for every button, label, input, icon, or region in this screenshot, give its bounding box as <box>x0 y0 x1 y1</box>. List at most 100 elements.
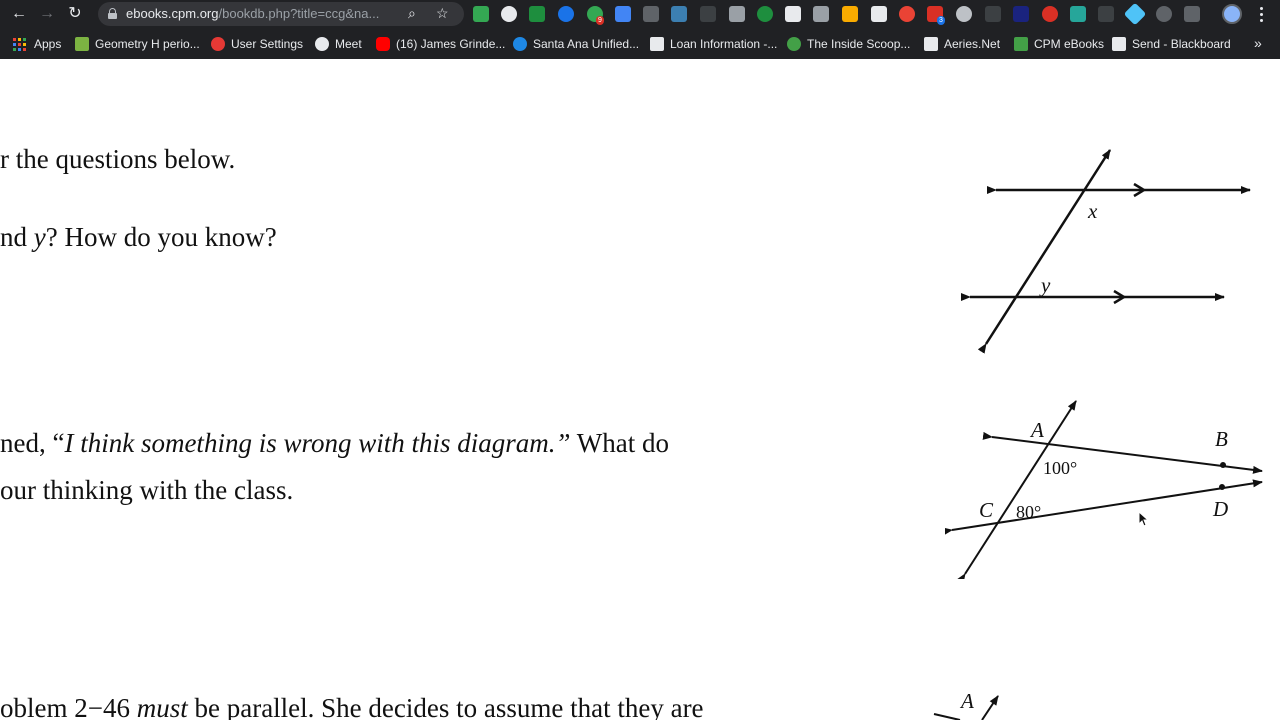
label-c: C <box>979 498 994 522</box>
extension-icon-20[interactable] <box>1013 6 1029 22</box>
question-line-5: oblem 2−46 must be parallel. She decides… <box>0 693 704 720</box>
aeries-icon <box>924 37 938 51</box>
settings-icon <box>211 37 225 51</box>
globe-icon <box>315 37 329 51</box>
partial-diagram: A <box>933 689 999 720</box>
extension-icon-13[interactable] <box>813 6 829 22</box>
label-b: B <box>1215 427 1228 451</box>
text-fragment: oblem 2−46 <box>0 693 137 720</box>
question-line-4: our thinking with the class. <box>0 475 294 505</box>
angle-label-x: x <box>1087 199 1098 223</box>
sparkle-icon <box>787 37 801 51</box>
lock-icon <box>108 8 117 19</box>
extension-icon-11[interactable] <box>757 6 773 22</box>
bookmark-label: Santa Ana Unified... <box>533 37 640 51</box>
extension-icon-12[interactable] <box>785 6 801 22</box>
extension-icon-2[interactable] <box>501 6 517 22</box>
text-fragment: What do <box>570 428 669 458</box>
bookmark-label: CPM eBooks <box>1034 37 1105 51</box>
bookmark-label: Loan Information -... <box>670 37 778 51</box>
bookmarks-bar: Apps Geometry H perio... User Settings M… <box>0 30 1280 58</box>
bookmark-youtube[interactable]: (16) James Grinde... <box>376 35 505 53</box>
extension-icon-16[interactable] <box>899 6 915 22</box>
blackboard-icon <box>1112 37 1126 51</box>
angle-80: 80° <box>1016 502 1041 522</box>
bookmark-apps[interactable]: Apps <box>13 35 61 53</box>
text-fragment: ned, “ <box>0 428 65 458</box>
angle-100: 100° <box>1043 458 1077 478</box>
extension-badge-2: 3 <box>937 16 945 25</box>
back-arrow-icon[interactable]: ← <box>9 4 29 24</box>
bookmark-label: User Settings <box>231 37 304 51</box>
emphasis-must: must <box>136 693 188 720</box>
bookmark-blackboard[interactable]: Send - Blackboard <box>1112 35 1231 53</box>
extension-icon-9[interactable] <box>700 6 716 22</box>
question-line-2: nd y? How do you know? <box>0 222 277 253</box>
district-icon <box>513 37 527 51</box>
angle-label-y: y <box>1039 273 1051 297</box>
extension-badge-1: 9 <box>596 16 604 25</box>
point-d <box>1219 484 1225 490</box>
apps-grid-icon <box>13 37 26 51</box>
extension-icon-18[interactable] <box>956 6 972 22</box>
transversal-line <box>977 149 1112 354</box>
text-fragment: ? How do you know? <box>45 222 277 252</box>
extension-icon-23[interactable] <box>1098 6 1114 22</box>
bookmark-label: Meet <box>335 37 362 51</box>
reload-icon[interactable]: ↻ <box>65 4 85 24</box>
extension-icon-8[interactable] <box>671 6 687 22</box>
bookmark-label: Aeries.Net <box>944 37 1001 51</box>
bookmark-santa-ana[interactable]: Santa Ana Unified... <box>513 35 639 53</box>
extension-icon-4[interactable] <box>558 6 574 22</box>
ebook-page: r the questions below. nd y? How do you … <box>0 59 1280 720</box>
classroom-icon <box>75 37 89 51</box>
extension-icon-10[interactable] <box>729 6 745 22</box>
label-a: A <box>1029 418 1044 442</box>
address-bar[interactable]: ebooks.cpm.org/bookdb.php?title=ccg&na..… <box>98 2 464 26</box>
bookmark-star-icon[interactable]: ☆ <box>436 5 449 22</box>
extension-icon-21[interactable] <box>1042 6 1058 22</box>
extension-icon-24[interactable] <box>1123 2 1147 26</box>
extension-icon-25[interactable] <box>1156 6 1172 22</box>
extension-icon-22[interactable] <box>1070 6 1086 22</box>
extension-icon-14[interactable] <box>842 6 858 22</box>
extension-icon-1[interactable] <box>473 6 489 22</box>
partial-line <box>933 713 961 720</box>
youtube-icon <box>376 37 390 51</box>
chrome-menu-icon[interactable] <box>1253 4 1269 24</box>
browser-chrome: ← → ↻ ebooks.cpm.org/bookdb.php?title=cc… <box>0 0 1280 59</box>
bookmark-label: The Inside Scoop... <box>807 37 911 51</box>
bookmark-cpm-ebooks[interactable]: CPM eBooks <box>1014 35 1104 53</box>
bookmarks-overflow-icon[interactable]: » <box>1254 35 1262 51</box>
quoted-statement: I think something is wrong with this dia… <box>64 428 571 458</box>
extension-icon-3[interactable] <box>529 6 545 22</box>
bookmark-geometry[interactable]: Geometry H perio... <box>75 35 200 53</box>
bookmark-label: Send - Blackboard <box>1132 37 1231 51</box>
bookmark-label: Apps <box>34 37 62 51</box>
bookmark-meet[interactable]: Meet <box>315 35 362 53</box>
extension-icon-6[interactable] <box>615 6 631 22</box>
extension-icon-19[interactable] <box>985 6 1001 22</box>
variable-y: y <box>33 222 46 252</box>
partial-transversal <box>981 695 999 720</box>
bookmark-user-settings[interactable]: User Settings <box>211 35 303 53</box>
text-fragment: be parallel. She decides to assume that … <box>187 693 704 720</box>
url-path: /bookdb.php?title=ccg&na... <box>218 6 380 21</box>
extension-icon-15[interactable] <box>871 6 887 22</box>
extensions-puzzle-icon[interactable] <box>1184 6 1200 22</box>
extension-icon-7[interactable] <box>643 6 659 22</box>
label-d: D <box>1212 497 1228 521</box>
transversal-ac <box>956 400 1077 579</box>
bookmark-aeries[interactable]: Aeries.Net <box>924 35 1000 53</box>
zoom-icon[interactable]: ⌕ <box>408 5 416 22</box>
parallel-lines-diagram: x y <box>961 149 1251 354</box>
bookmark-label: (16) James Grinde... <box>396 37 506 51</box>
bookmark-loan-info[interactable]: Loan Information -... <box>650 35 777 53</box>
bookmark-label: Geometry H perio... <box>95 37 200 51</box>
profile-avatar[interactable] <box>1222 4 1242 24</box>
label-a: A <box>959 689 974 713</box>
text-fragment: nd <box>0 222 34 252</box>
forward-arrow-icon[interactable]: → <box>37 4 57 24</box>
url-host: ebooks.cpm.org <box>126 6 219 21</box>
bookmark-inside-scoop[interactable]: The Inside Scoop... <box>787 35 910 53</box>
